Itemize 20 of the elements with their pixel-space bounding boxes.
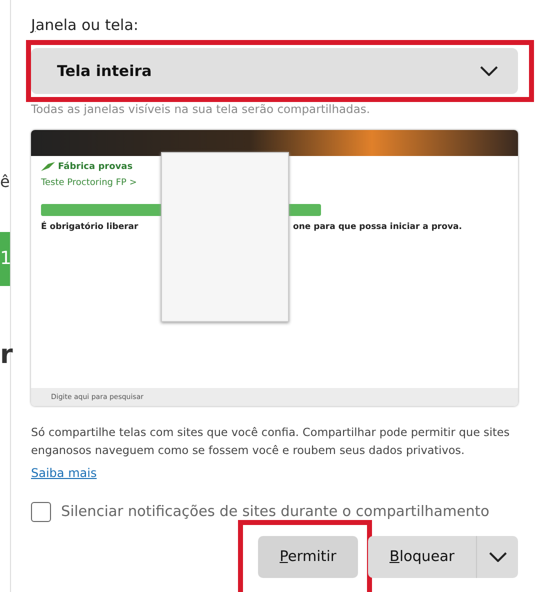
source-note: Todas as janelas visíveis na sua tela serão compartilhadas. bbox=[31, 102, 372, 116]
checkbox[interactable] bbox=[31, 502, 51, 522]
site-logo: Fábrica provas bbox=[58, 162, 133, 172]
allow-button[interactable]: Permitir bbox=[258, 536, 358, 578]
source-dropdown[interactable]: Tela inteira bbox=[31, 48, 518, 94]
leaf-logo-icon bbox=[41, 162, 55, 172]
page-message: one para que possa iniciar a prova. bbox=[293, 222, 462, 232]
checkbox-label: Silenciar notificações de sites durante o compartilhamento bbox=[61, 504, 490, 520]
warning-text: Só compartilhe telas com sites que você confia. Compartilhar pode permitir que sites enganosos naveguem como se fossem você e roubem seus dados privativos. bbox=[31, 425, 511, 459]
chevron-down-icon bbox=[488, 552, 506, 562]
page-text-fragment: ê bbox=[0, 172, 10, 191]
page-text-fragment: 1 bbox=[0, 232, 10, 286]
chevron-down-icon bbox=[480, 66, 498, 76]
block-button[interactable]: Bloquear bbox=[368, 536, 476, 578]
page-breadcrumb: Teste Proctoring FP > bbox=[41, 178, 138, 188]
more-options-button[interactable] bbox=[476, 536, 518, 578]
learn-more-link[interactable]: Saiba mais bbox=[31, 466, 97, 480]
page-text-fragment: r bbox=[0, 340, 13, 370]
source-label: Janela ou tela: bbox=[31, 16, 140, 34]
page-message: É obrigatório liberar bbox=[41, 222, 140, 232]
